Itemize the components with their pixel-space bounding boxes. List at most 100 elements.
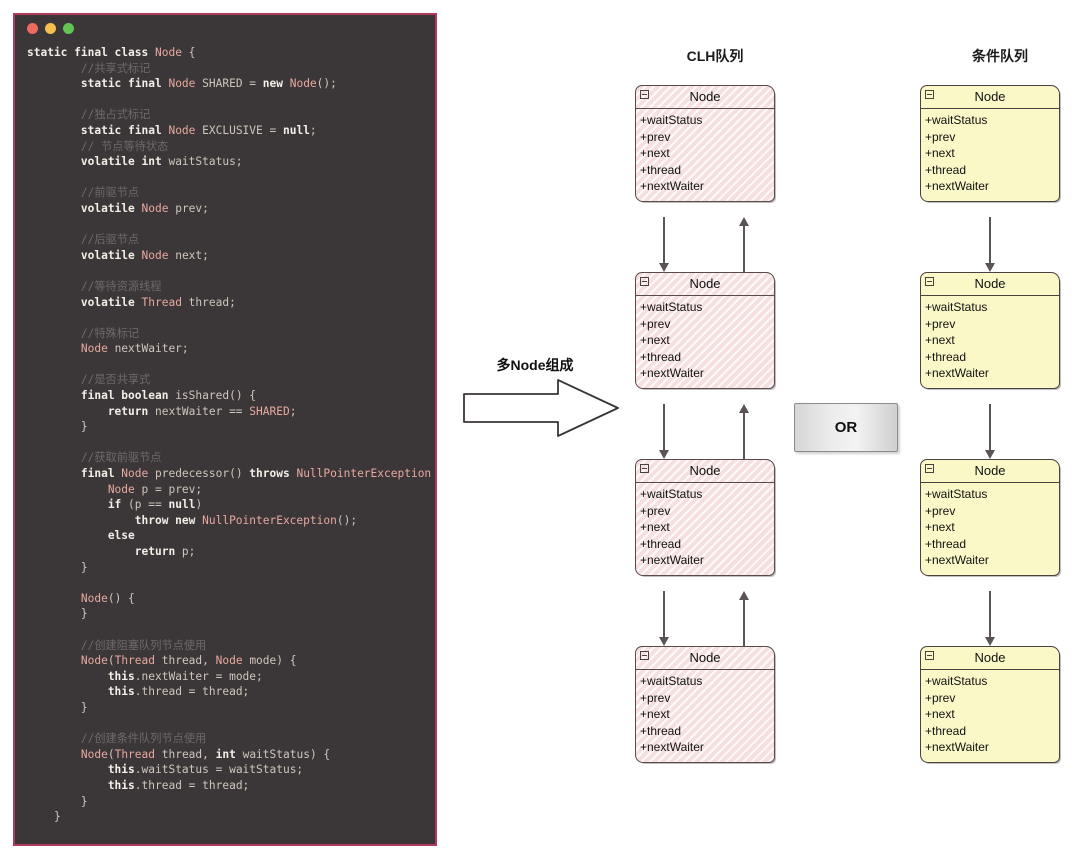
code-line: Node(Thread thread, int waitStatus) { [27,747,435,763]
code-line: //获取前驱节点 [27,450,435,466]
clh-node-4[interactable]: Node +waitStatus +prev +next +thread +nextWai… [635,646,775,763]
collapse-icon[interactable] [640,651,649,660]
code-token-id: thread; [181,295,236,309]
code-token-id: p == [134,498,169,512]
node-title: Node [974,463,1006,478]
collapse-icon[interactable] [925,90,934,99]
code-token-id: .thread = thread; [134,778,250,792]
node-fields: +waitStatus +prev +next +thread +nextWaiter [636,670,774,762]
code-line: Node(Thread thread, Node mode) { [27,653,435,669]
code-line: final boolean isShared() { [27,388,435,404]
prev-pointer-arrowhead [739,217,749,226]
clh-node-2[interactable]: Node +waitStatus +prev +next +thread +nextWai… [635,272,775,389]
code-token-typ: Node [289,77,317,91]
node-field: +next [925,333,955,347]
code-token-cm: //等待资源线程 [27,279,162,293]
zoom-button[interactable] [63,22,74,34]
code-token-cm: //后驱节点 [27,233,140,247]
node-field: +waitStatus [925,300,988,314]
condition-node-3[interactable]: Node +waitStatus +prev +next +thread +nextWai… [920,459,1060,576]
node-title: Node [974,650,1006,665]
code-line: Node p = prev; [27,482,435,498]
node-field: +thread [640,723,682,738]
code-token-id: nextWaiter; [107,342,189,356]
code-line: return p; [27,544,435,560]
collapse-icon[interactable] [640,464,649,473]
collapse-icon[interactable] [640,277,649,286]
code-token-kw: final boolean [27,389,176,403]
node-field: +prev [640,690,671,705]
code-line: static final class Node { [27,45,435,61]
code-token-pun: (); [316,77,337,91]
node-fields: +waitStatus +prev +next +thread +nextWaiter [921,109,1059,201]
node-title: Node [689,463,721,478]
condition-node-2[interactable]: Node +waitStatus +prev +next +thread +nextWai… [920,272,1060,389]
nextwaiter-pointer-arrowhead [985,263,995,272]
code-token-cm: //前驱节点 [27,186,140,200]
code-token-kw: new [262,77,290,91]
code-token-kw: volatile int [27,155,169,169]
nextwaiter-pointer-arrowhead [985,450,995,459]
code-line: static final Node SHARED = new Node(); [27,76,435,92]
node-header: Node [636,273,774,296]
code-token-cm: //共享式标记 [27,61,151,75]
code-line: if (p == null) [27,497,435,513]
code-line: this.nextWaiter = mode; [27,669,435,685]
collapse-icon[interactable] [925,651,934,660]
node-field: +prev [925,316,956,331]
code-token-kw: return [27,404,155,418]
code-token-pun: ) [195,498,203,512]
code-token-id: SHARED = [195,77,263,91]
node-field: +thread [640,162,682,177]
next-pointer-arrow [663,404,665,451]
code-token-typ: Node [121,467,149,481]
code-token-kw: volatile [27,295,142,309]
collapse-icon[interactable] [925,464,934,473]
node-title: Node [974,276,1006,291]
code-token-id: mode [242,654,277,668]
code-token-typ: SHARED [249,404,290,418]
node-header: Node [636,460,774,483]
code-editor-window: static final class Node { //共享式标记 static… [13,13,437,846]
next-pointer-arrowhead [659,637,669,646]
node-field: +nextWaiter [640,553,704,567]
code-line: } [27,700,435,716]
node-field: +next [925,146,955,160]
code-token-typ: Node [215,654,243,668]
code-line: } [27,809,435,825]
node-field: +nextWaiter [640,366,704,380]
condition-node-4[interactable]: Node +waitStatus +prev +next +thread +nextWai… [920,646,1060,763]
code-line: static final Node EXCLUSIVE = null; [27,123,435,139]
node-field: +nextWaiter [925,179,989,193]
code-token-pun: ; [289,404,297,418]
close-button[interactable] [27,22,38,34]
code-token-id: .thread = thread; [134,685,250,699]
code-token-typ: NullPointerException [202,513,337,527]
node-field: +thread [640,536,682,551]
collapse-icon[interactable] [640,90,649,99]
clh-node-1[interactable]: Node +waitStatus +prev +next +thread +nextWai… [635,85,775,202]
code-token-kw: null [282,123,310,137]
node-field: +nextWaiter [925,740,989,754]
uml-diagram: CLH队列 条件队列 Node +waitStatus +prev +next +thr… [440,0,1080,861]
source-code-block[interactable]: static final class Node { //共享式标记 static… [15,41,435,825]
code-token-id: EXCLUSIVE = [195,123,283,137]
clh-node-3[interactable]: Node +waitStatus +prev +next +thread +nextWai… [635,459,775,576]
code-token-kw: this [27,778,135,792]
condition-queue-column: Node +waitStatus +prev +next +thread +nextWai… [920,0,1080,861]
condition-node-1[interactable]: Node +waitStatus +prev +next +thread +nextWai… [920,85,1060,202]
collapse-icon[interactable] [925,277,934,286]
or-connector-box: OR [794,403,898,452]
code-token-id: nextWaiter == [154,404,250,418]
code-token-pun: ( [128,498,135,512]
minimize-button[interactable] [45,22,56,34]
code-token-id: p = prev; [134,482,203,496]
code-token-id: p; [181,545,196,558]
node-field: +prev [640,129,671,144]
code-token-typ: Node [154,46,182,59]
code-line: final Node predecessor() throws NullPoin… [27,466,435,482]
